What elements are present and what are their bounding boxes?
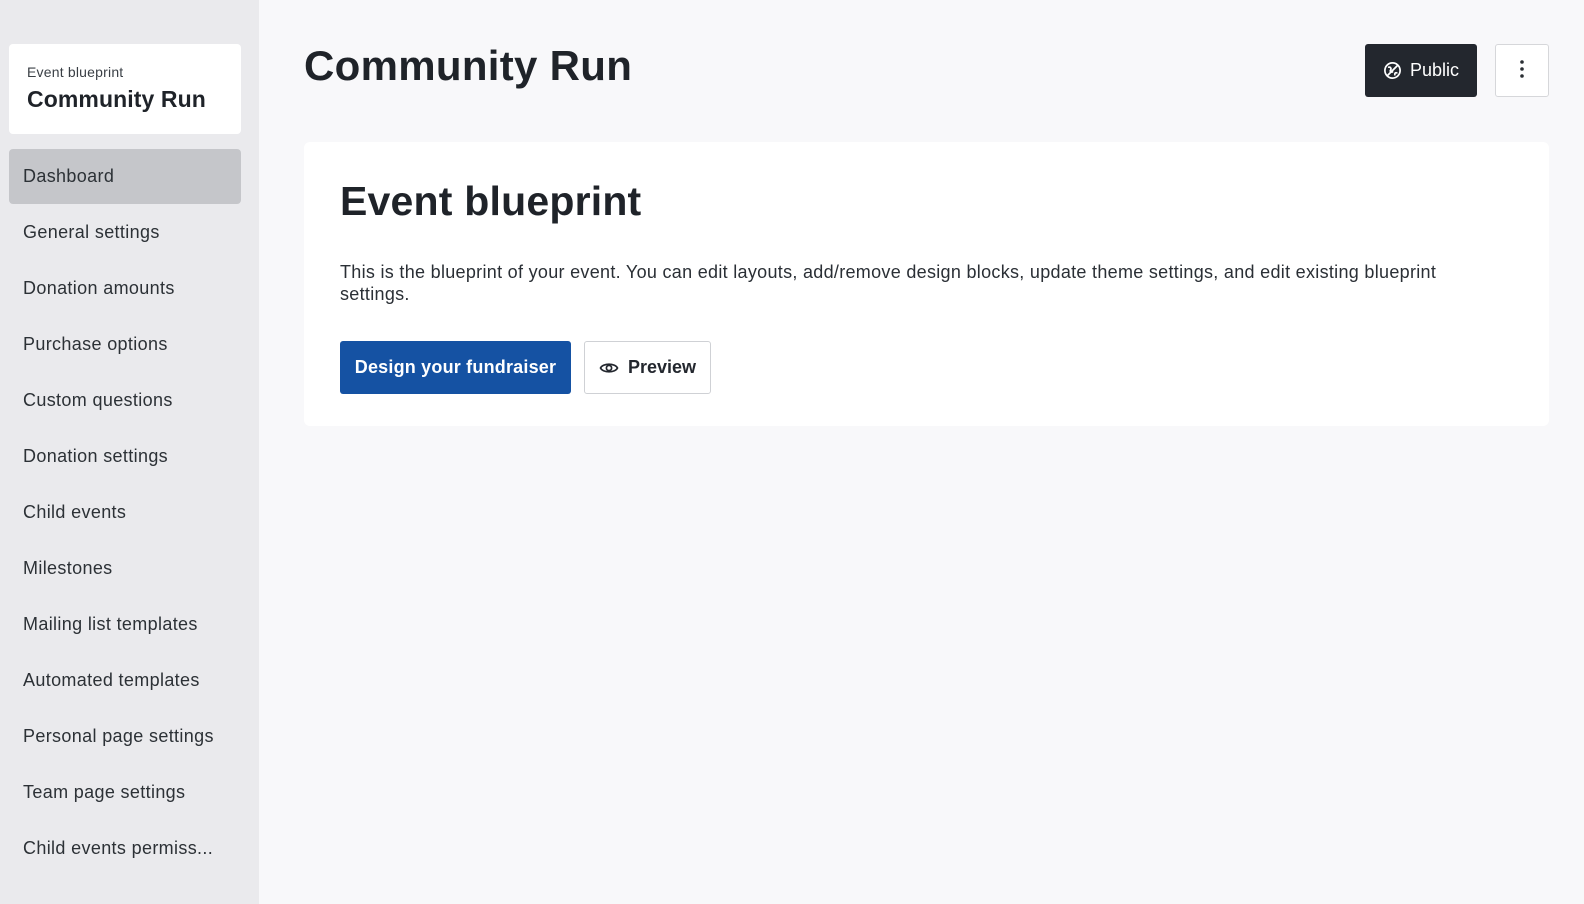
vertical-ellipsis-icon — [1519, 59, 1525, 82]
sidebar-item-donation-settings[interactable]: Donation settings — [9, 429, 241, 484]
sidebar-item-purchase-options[interactable]: Purchase options — [9, 317, 241, 372]
more-options-button[interactable] — [1495, 44, 1549, 97]
preview-button-label: Preview — [627, 357, 697, 377]
sidebar-item-mailing-list-templates[interactable]: Mailing list templates — [9, 597, 241, 652]
event-card-eyebrow: Event blueprint — [27, 64, 124, 80]
card-description: This is the blueprint of your event. You… — [340, 262, 1437, 304]
event-card-name: Community Run — [27, 86, 206, 112]
sidebar-item-general-settings[interactable]: General settings — [9, 205, 241, 260]
public-button-label: Public — [1409, 60, 1460, 80]
sidebar-item-automated-templates[interactable]: Automated templates — [9, 653, 241, 708]
preview-button[interactable]: Preview — [584, 341, 711, 394]
sidebar-item-custom-questions[interactable]: Custom questions — [9, 373, 241, 428]
sidebar: Event blueprint Community Run Dashboard … — [0, 0, 259, 904]
sidebar-item-dashboard[interactable]: Dashboard — [9, 149, 241, 204]
public-button[interactable]: Public — [1365, 44, 1477, 97]
globe-slash-icon — [1383, 61, 1402, 80]
sidebar-item-child-events[interactable]: Child events — [9, 485, 241, 540]
page-title: Community Run — [304, 42, 633, 89]
blueprint-card: Event blueprint This is the blueprint of… — [304, 142, 1549, 426]
card-actions: Design your fundraiser Preview — [340, 341, 1514, 394]
eye-icon — [599, 360, 619, 376]
design-fundraiser-button[interactable]: Design your fundraiser — [340, 341, 571, 394]
sidebar-nav: Dashboard General settings Donation amou… — [9, 149, 241, 876]
app-root: Event blueprint Community Run Dashboard … — [0, 0, 1584, 904]
main-content: Community Run Public Event blueprint Thi… — [259, 0, 1584, 904]
event-card: Event blueprint Community Run — [9, 44, 241, 134]
card-title: Event blueprint — [340, 178, 642, 224]
sidebar-item-donation-amounts[interactable]: Donation amounts — [9, 261, 241, 316]
sidebar-item-personal-page-settings[interactable]: Personal page settings — [9, 709, 241, 764]
sidebar-item-team-page-settings[interactable]: Team page settings — [9, 765, 241, 820]
sidebar-item-child-events-permissions[interactable]: Child events permiss... — [9, 821, 241, 876]
sidebar-item-milestones[interactable]: Milestones — [9, 541, 241, 596]
